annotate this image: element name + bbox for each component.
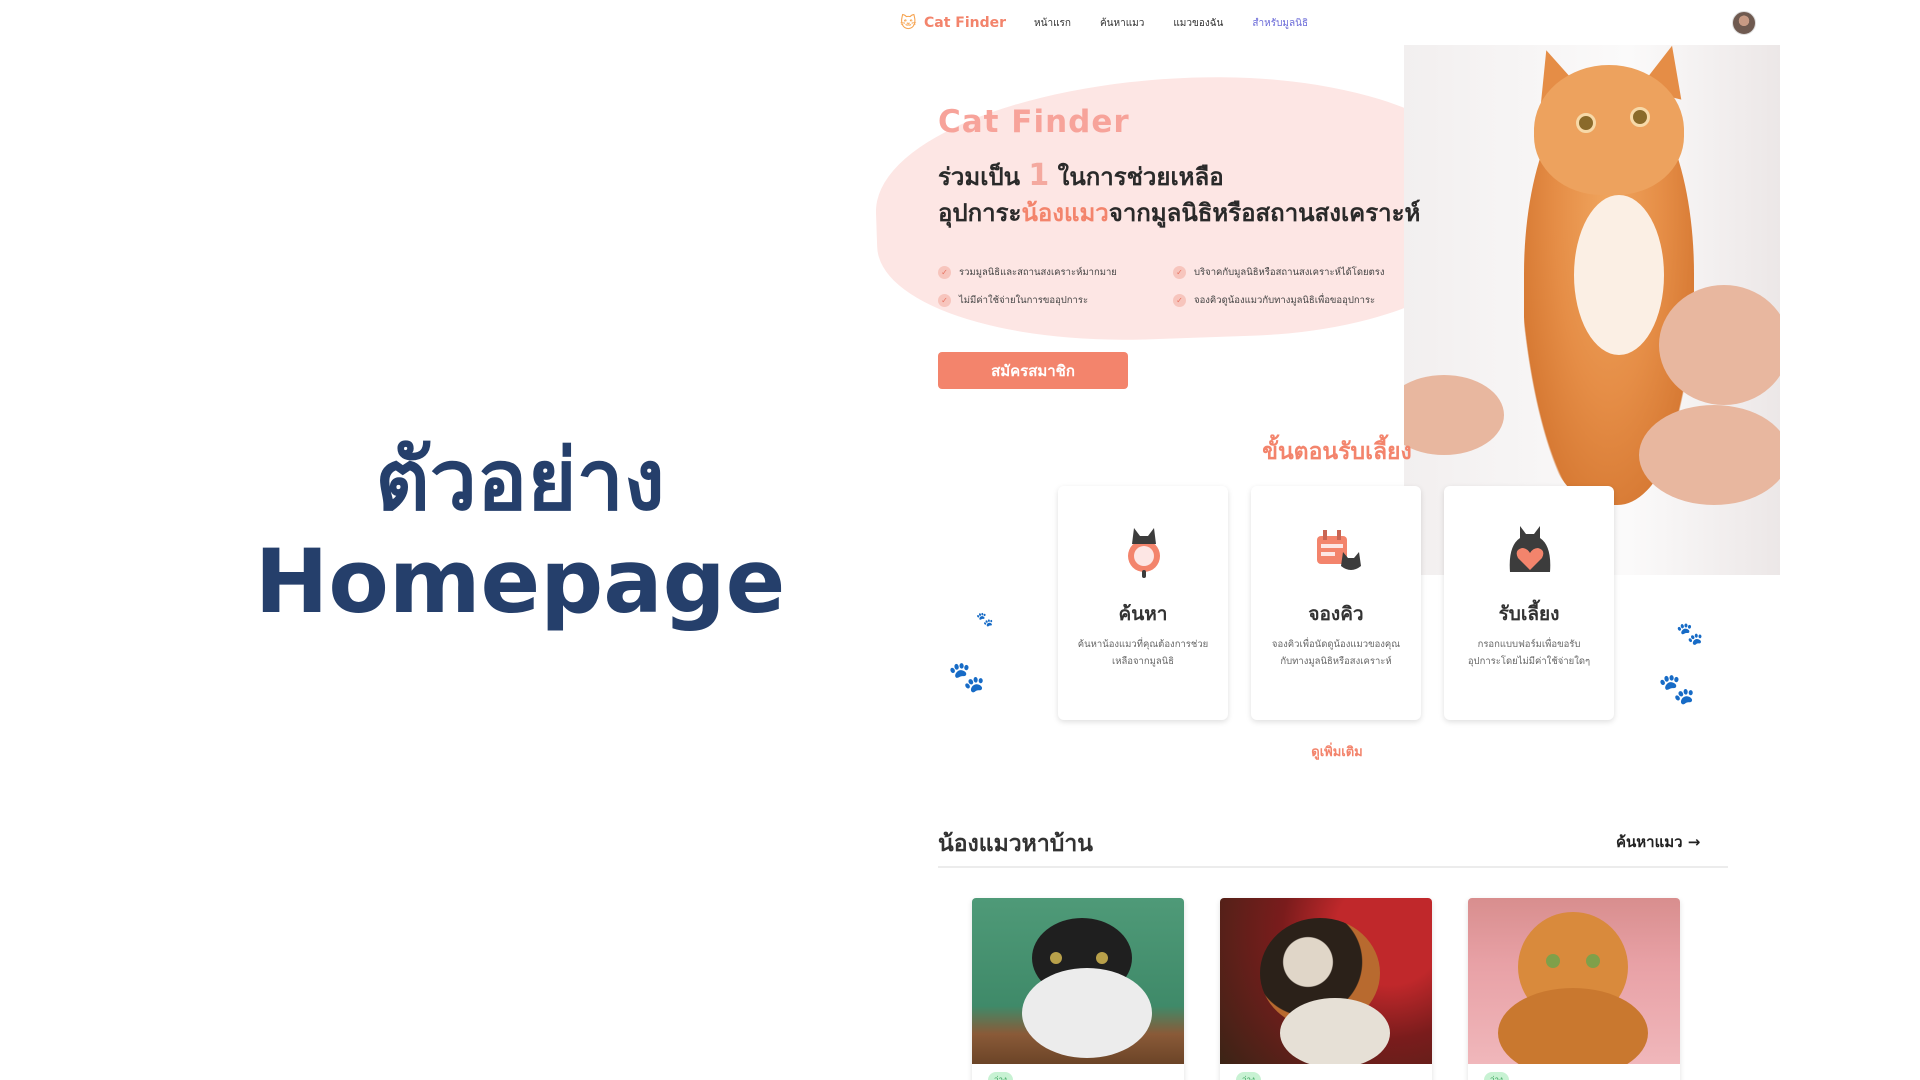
status-badge: ว่าง [988, 1072, 1013, 1080]
caption-line-1: ตัวอย่าง [375, 431, 665, 529]
step-description: ค้นหาน้องแมวที่คุณต้องการช่วยเหลือจากมูล… [1077, 639, 1209, 667]
paw-print-icon: 🐾 [976, 612, 994, 628]
step-title: รับเลี้ยง [1498, 603, 1560, 625]
nav-link-my-cats[interactable]: แมวของฉัน [1173, 16, 1223, 31]
see-more-link[interactable]: ดูเพิ่มเติม [1282, 741, 1392, 762]
headline-text: ในการช่วยเหลือ [1049, 163, 1224, 191]
check-icon: ✓ [938, 294, 951, 307]
hero-feature-list: ✓ รวมมูลนิธิและสถานสงเคราะห์มากมาย ✓ บริ… [938, 265, 1438, 308]
homepage-mockup: 🐱 Cat Finder หน้าแรก ค้นหาแมว แมวของฉัน … [876, 0, 1796, 1080]
brand-logo[interactable]: 🐱 Cat Finder [900, 14, 1006, 32]
signup-button[interactable]: สมัครสมาชิก [938, 352, 1128, 389]
nav-link-search-cats[interactable]: ค้นหาแมว [1100, 16, 1144, 31]
step-title: ค้นหา [1118, 603, 1168, 625]
check-icon: ✓ [1173, 294, 1186, 307]
headline-text: อุปการะ [938, 199, 1022, 227]
cat-card[interactable]: ว่าง [1220, 898, 1432, 1080]
nav-link-home[interactable]: หน้าแรก [1034, 16, 1071, 31]
search-cats-link[interactable]: ค้นหาแมว → [1616, 830, 1700, 854]
cats-section-title: น้องแมวหาบ้าน [938, 831, 1093, 857]
paw-print-icon: 🐾 [1676, 622, 1704, 647]
step-card-search[interactable]: ค้นหา ค้นหาน้องแมวที่คุณต้องการช่วยเหลือ… [1058, 486, 1228, 720]
step-title: จองคิว [1308, 603, 1364, 625]
user-avatar[interactable] [1732, 11, 1756, 35]
feature-item: ✓ บริจาคกับมูลนิธิหรือสถานสงเคราะห์ได้โด… [1173, 265, 1433, 280]
heart-cat-icon [1509, 526, 1551, 572]
headline-number: 1 [1028, 158, 1050, 193]
headline-highlight: น้องแมว [1021, 199, 1109, 227]
feature-item: ✓ จองคิวดูน้องแมวกับทางมูลนิธิเพื่อขออุป… [1173, 293, 1433, 308]
cat-photo [972, 898, 1184, 1064]
step-description: จองคิวเพื่อนัดดูน้องแมวของคุณกับทางมูลนิ… [1271, 639, 1401, 667]
feature-text: ไม่มีค่าใช้จ่ายในการขออุปการะ [959, 295, 1089, 306]
feature-item: ✓ รวมมูลนิธิและสถานสงเคราะห์มากมาย [938, 265, 1173, 280]
check-icon: ✓ [1173, 266, 1186, 279]
search-cat-icon [1128, 528, 1160, 578]
caption-line-2: Homepage [254, 530, 786, 633]
feature-text: รวมมูลนิธิและสถานสงเคราะห์มากมาย [959, 267, 1117, 278]
check-icon: ✓ [938, 266, 951, 279]
steps-section-title: ขั้นตอนรับเลี้ยง [1262, 439, 1412, 465]
calendar-cat-icon [1317, 530, 1361, 570]
status-badge: ว่าง [1236, 1072, 1261, 1080]
section-divider [938, 866, 1728, 868]
status-badge: ว่าง [1484, 1072, 1509, 1080]
slide-caption: ตัวอย่าง Homepage [120, 430, 920, 634]
feature-text: จองคิวดูน้องแมวกับทางมูลนิธิเพื่อขออุปกา… [1194, 295, 1376, 306]
paw-print-icon: 🐾 [1658, 672, 1696, 707]
feature-text: บริจาคกับมูลนิธิหรือสถานสงเคราะห์ได้โดยต… [1194, 267, 1385, 278]
step-card-book-queue[interactable]: จองคิว จองคิวเพื่อนัดดูน้องแมวของคุณกับท… [1251, 486, 1421, 720]
hero-headline: ร่วมเป็น 1 ในการช่วยเหลือ อุปการะน้องแมว… [938, 158, 1420, 231]
headline-text: จากมูลนิธิหรือสถานสงเคราะห์ [1108, 199, 1421, 227]
headline-text: ร่วมเป็น [938, 163, 1029, 191]
paw-print-icon: 🐾 [948, 660, 986, 695]
step-description: กรอกแบบฟอร์มเพื่อขอรับอุปการะโดยไม่มีค่า… [1467, 639, 1591, 667]
cat-photo [1220, 898, 1432, 1064]
feature-item: ✓ ไม่มีค่าใช้จ่ายในการขออุปการะ [938, 293, 1173, 308]
nav-link-for-foundations[interactable]: สำหรับมูลนิธิ [1252, 16, 1308, 31]
brand-name: Cat Finder [924, 15, 1007, 31]
step-card-adopt[interactable]: รับเลี้ยง กรอกแบบฟอร์มเพื่อขอรับอุปการะโ… [1444, 486, 1614, 720]
cat-logo-icon: 🐱 [900, 13, 917, 32]
hero-brand-title: Cat Finder [938, 104, 1130, 140]
cat-card[interactable]: ว่าง [1468, 898, 1680, 1080]
cat-card[interactable]: ว่าง [972, 898, 1184, 1080]
cat-photo [1468, 898, 1680, 1064]
top-navbar: 🐱 Cat Finder หน้าแรก ค้นหาแมว แมวของฉัน … [900, 8, 1770, 38]
